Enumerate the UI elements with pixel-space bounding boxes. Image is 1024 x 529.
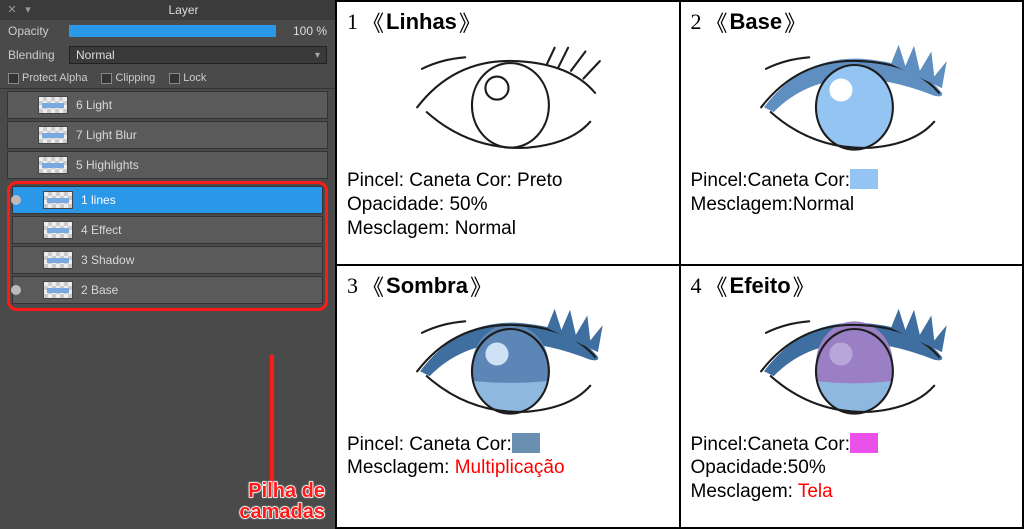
highlighted-layer-group: 1 lines 4 Effect 3 Shadow 2 Base xyxy=(7,181,328,311)
blending-value: Normal xyxy=(76,48,115,62)
layer-list: 6 Light 7 Light Blur 5 Highlights 1 lines 4… xyxy=(0,89,335,311)
opacity-label: Opacity xyxy=(8,24,63,38)
close-icon[interactable]: ✕ xyxy=(6,4,18,16)
protect-alpha-check[interactable]: Protect Alpha xyxy=(8,72,87,84)
layer-name: 2 Base xyxy=(81,283,118,297)
layer-name: 7 Light Blur xyxy=(76,128,137,142)
tutorial-step: 4《Efeito》 Pincel:Caneta Cor:Opacidade:50… xyxy=(680,265,1024,529)
step-title: 2《Base》 xyxy=(691,6,1015,38)
eye-illustration xyxy=(691,40,1015,165)
color-swatch xyxy=(850,169,878,189)
layer-thumbnail xyxy=(43,281,73,299)
panel-title: Layer xyxy=(38,3,329,17)
layer-name: 5 Highlights xyxy=(76,158,139,172)
layer-thumbnail xyxy=(43,191,73,209)
step-description: Pincel: Caneta Cor:Mesclagem: Multiplica… xyxy=(347,433,671,481)
step-description: Pincel:Caneta Cor:Mesclagem:Normal xyxy=(691,169,1015,217)
tutorial-grid: 1《Linhas》 Pincel: Caneta Cor: PretoOpaci… xyxy=(335,0,1024,529)
step-title: 3《Sombra》 xyxy=(347,270,671,302)
tutorial-step: 3《Sombra》 Pincel: Caneta Cor:Mesclagem: … xyxy=(335,265,680,529)
layer-name: 6 Light xyxy=(76,98,112,112)
callout-caption: Pilha de camadas xyxy=(239,481,325,523)
tutorial-step: 2《Base》 Pincel:Caneta Cor:Mesclagem:Norm… xyxy=(680,0,1024,265)
layer-item[interactable]: 6 Light xyxy=(7,91,328,119)
layer-thumbnail xyxy=(38,96,68,114)
layer-options-row: Protect Alpha Clipping Lock xyxy=(0,68,335,89)
layer-item[interactable]: 4 Effect xyxy=(12,216,323,244)
eye-illustration xyxy=(347,40,671,165)
layer-item[interactable]: 5 Highlights xyxy=(7,151,328,179)
eye-illustration xyxy=(347,304,671,429)
layer-item[interactable]: 7 Light Blur xyxy=(7,121,328,149)
layer-item[interactable]: 3 Shadow xyxy=(12,246,323,274)
callout-connector xyxy=(270,355,274,485)
lock-check[interactable]: Lock xyxy=(169,72,206,84)
tutorial-step: 1《Linhas》 Pincel: Caneta Cor: PretoOpaci… xyxy=(335,0,680,265)
layer-name: 1 lines xyxy=(81,193,116,207)
layer-thumbnail xyxy=(43,251,73,269)
visibility-dot-icon[interactable] xyxy=(11,285,21,295)
layer-item[interactable]: 1 lines xyxy=(12,186,323,214)
panel-titlebar: ✕ ▾ Layer xyxy=(0,0,335,20)
layer-thumbnail xyxy=(38,126,68,144)
step-title: 4《Efeito》 xyxy=(691,270,1015,302)
blending-row: Blending Normal ▾ xyxy=(0,42,335,68)
eye-illustration xyxy=(691,304,1015,429)
layer-thumbnail xyxy=(38,156,68,174)
layer-name: 4 Effect xyxy=(81,223,121,237)
blending-select[interactable]: Normal ▾ xyxy=(69,46,327,64)
visibility-dot-icon[interactable] xyxy=(11,195,21,205)
layer-item[interactable]: 2 Base xyxy=(12,276,323,304)
color-swatch xyxy=(512,433,540,453)
opacity-slider[interactable] xyxy=(69,25,276,37)
step-description: Pincel: Caneta Cor: PretoOpacidade: 50%M… xyxy=(347,169,671,240)
opacity-row: Opacity 100 % xyxy=(0,20,335,42)
opacity-value: 100 % xyxy=(282,24,327,38)
chevron-down-icon: ▾ xyxy=(315,50,320,61)
color-swatch xyxy=(850,433,878,453)
layer-name: 3 Shadow xyxy=(81,253,134,267)
collapse-icon[interactable]: ▾ xyxy=(22,4,34,16)
layer-thumbnail xyxy=(43,221,73,239)
clipping-check[interactable]: Clipping xyxy=(101,72,155,84)
step-description: Pincel:Caneta Cor:Opacidade:50%Mesclagem… xyxy=(691,433,1015,504)
layer-panel: ✕ ▾ Layer Opacity 100 % Blending Normal … xyxy=(0,0,335,529)
step-title: 1《Linhas》 xyxy=(347,6,671,38)
blending-label: Blending xyxy=(8,48,63,62)
